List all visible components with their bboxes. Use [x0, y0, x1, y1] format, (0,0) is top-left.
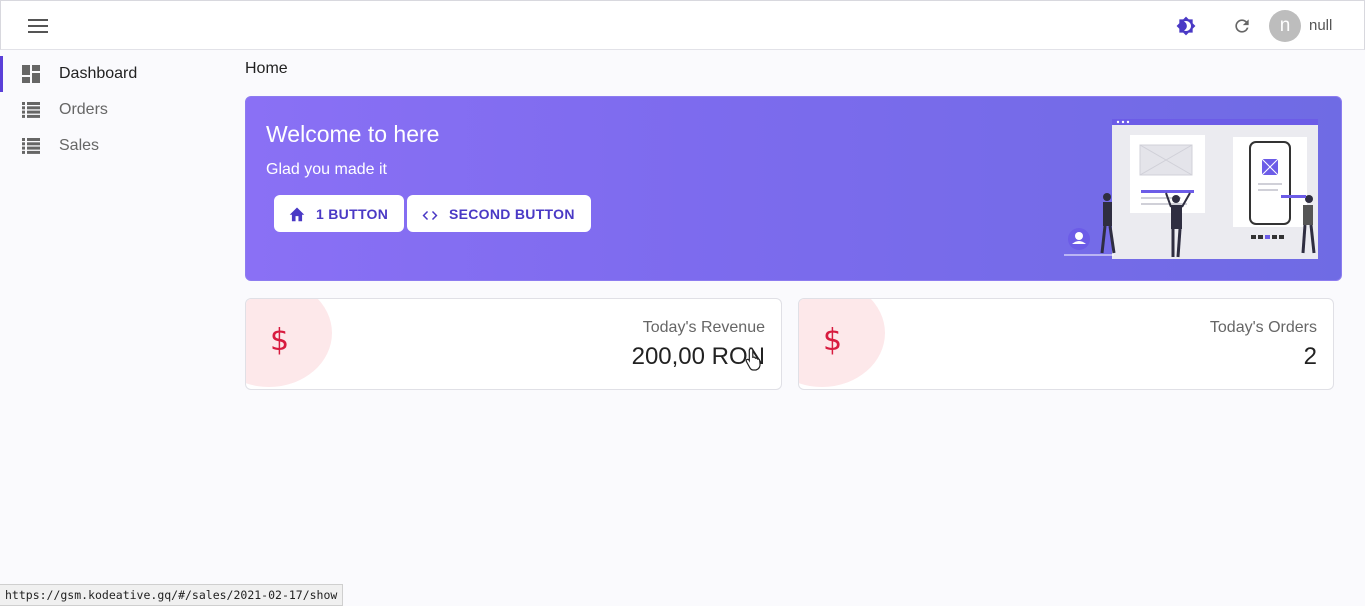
dollar-icon: $	[823, 323, 843, 358]
second-button-label: SECOND BUTTON	[449, 205, 575, 222]
revenue-label: Today's Revenue	[642, 319, 765, 336]
hand-pointer-icon	[745, 347, 761, 371]
app-bar: n null	[0, 0, 1365, 50]
breadcrumb: Home	[245, 60, 288, 77]
welcome-illustration	[1064, 119, 1318, 259]
second-button[interactable]: SECOND BUTTON	[407, 195, 591, 232]
hamburger-icon[interactable]	[21, 10, 55, 42]
dashboard-icon	[22, 65, 40, 83]
orders-label: Today's Orders	[1209, 319, 1317, 336]
orders-card[interactable]: $ Today's Orders 2	[798, 298, 1334, 390]
status-bar-url: https://gsm.kodeative.gq/#/sales/2021-02…	[0, 584, 344, 606]
welcome-subtitle: Glad you made it	[266, 161, 387, 178]
welcome-banner: Welcome to here Glad you made it 1 BUTTO…	[245, 96, 1342, 281]
sidebar-item-dashboard[interactable]: Dashboard	[0, 56, 230, 92]
orders-value: 2	[1303, 343, 1317, 370]
sidebar: Dashboard Orders Sales	[0, 56, 230, 164]
first-button-label: 1 BUTTON	[316, 205, 389, 222]
sidebar-item-orders[interactable]: Orders	[0, 92, 230, 128]
brightness-icon[interactable]	[1170, 10, 1202, 42]
list-icon	[22, 101, 40, 119]
refresh-icon[interactable]	[1226, 10, 1258, 42]
code-icon	[421, 207, 439, 221]
avatar[interactable]: n	[1269, 10, 1301, 42]
sidebar-item-label: Sales	[59, 137, 100, 154]
avatar-initial: n	[1279, 15, 1291, 36]
sidebar-item-label: Orders	[59, 101, 108, 118]
dollar-icon: $	[270, 323, 290, 358]
username[interactable]: null	[1309, 17, 1332, 34]
sidebar-item-sales[interactable]: Sales	[0, 128, 230, 164]
revenue-card[interactable]: $ Today's Revenue 200,00 RON	[245, 298, 782, 390]
home-icon	[288, 206, 306, 222]
sidebar-item-label: Dashboard	[59, 65, 138, 82]
first-button[interactable]: 1 BUTTON	[274, 195, 405, 232]
welcome-title: Welcome to here	[266, 121, 440, 147]
list-icon	[22, 137, 40, 155]
